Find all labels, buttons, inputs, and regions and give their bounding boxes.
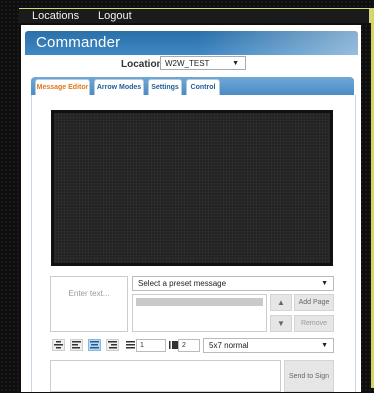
dropdown-arrow-icon: ▼	[232, 60, 239, 67]
align-left-button[interactable]	[70, 339, 83, 351]
location-label: Location	[121, 59, 163, 70]
triangle-up-icon: ▲	[277, 298, 285, 307]
remove-button[interactable]: Remove	[294, 315, 334, 332]
pages-list[interactable]	[132, 294, 267, 332]
message-text-input[interactable]: Enter text...	[50, 276, 128, 332]
top-nav: Locations Logout	[19, 8, 372, 23]
message-preview-area[interactable]	[50, 360, 281, 392]
line-spacing-input[interactable]: 1	[136, 339, 166, 352]
preset-message-label: Select a preset message	[138, 279, 227, 288]
font-select[interactable]: 5x7 normal ▼	[203, 338, 334, 353]
sign-preview-display	[51, 110, 333, 266]
move-up-button[interactable]: ▲	[270, 294, 292, 311]
tab-settings[interactable]: Settings	[148, 79, 182, 95]
send-to-sign-button[interactable]: Send to Sign	[284, 360, 334, 392]
align-right-button[interactable]	[106, 339, 119, 351]
triangle-down-icon: ▼	[277, 319, 285, 328]
nav-locations-link[interactable]: Locations	[32, 10, 79, 22]
align-left-icon	[72, 341, 81, 349]
dropdown-arrow-icon: ▼	[321, 280, 328, 287]
move-down-button[interactable]: ▼	[270, 315, 292, 332]
font-value: 5x7 normal	[209, 341, 249, 350]
location-value: W2W_TEST	[165, 59, 210, 68]
nav-logout-link[interactable]: Logout	[98, 10, 132, 22]
add-page-button[interactable]: Add Page	[294, 294, 334, 311]
align-middle-icon	[90, 341, 99, 349]
tab-arrow-modes[interactable]: Arrow Modes	[94, 79, 144, 95]
tab-control[interactable]: Control	[186, 79, 220, 95]
dropdown-arrow-icon: ▼	[321, 342, 328, 349]
location-select[interactable]: W2W_TEST ▼	[160, 56, 246, 70]
tab-message-editor[interactable]: Message Editor	[35, 79, 90, 95]
pages-list-item-selected[interactable]	[136, 298, 263, 306]
preset-message-select[interactable]: Select a preset message ▼	[132, 276, 334, 291]
char-spacing-input[interactable]: 2	[178, 339, 200, 352]
align-middle-button[interactable]	[88, 339, 101, 351]
align-center-button[interactable]	[52, 339, 65, 351]
app-header: Commander	[25, 31, 358, 55]
app-title: Commander	[36, 34, 121, 51]
align-center-icon	[54, 341, 63, 349]
align-right-icon	[108, 341, 117, 349]
